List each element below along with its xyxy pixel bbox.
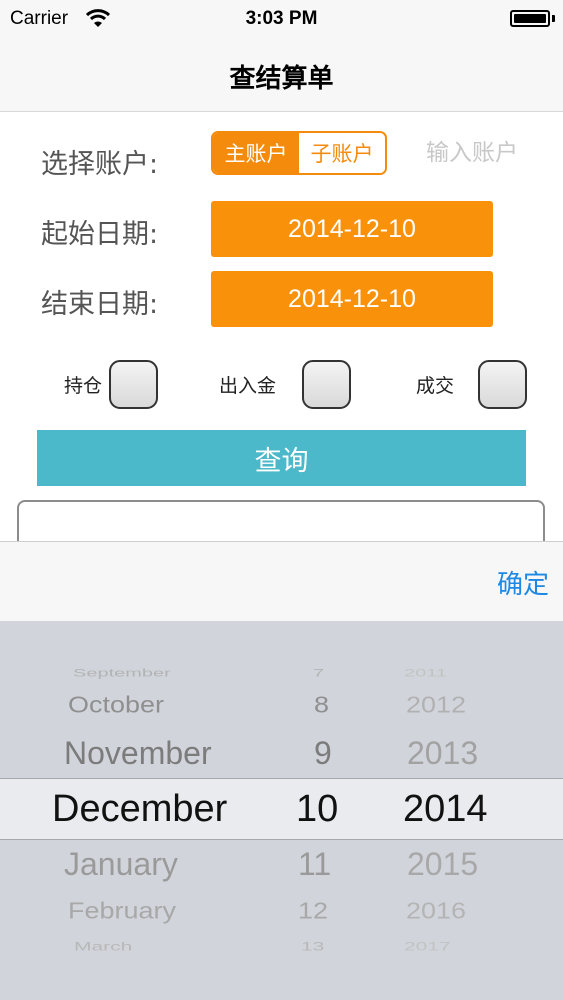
segment-sub-account[interactable]: 子账户 xyxy=(299,133,385,173)
picker-year-option[interactable]: 2015 xyxy=(407,846,478,883)
trade-filter-checkbox[interactable] xyxy=(478,360,527,409)
picker-month-option[interactable]: October xyxy=(68,692,164,718)
battery-icon xyxy=(510,10,550,27)
picker-day-option[interactable]: 9 xyxy=(314,735,332,772)
end-date-label: 结束日期: xyxy=(41,289,159,320)
picker-month-option[interactable]: February xyxy=(68,898,176,924)
account-input[interactable] xyxy=(412,131,542,175)
picker-year-option[interactable]: 2013 xyxy=(407,735,478,772)
confirm-button[interactable]: 确定 xyxy=(497,564,549,601)
battery-nub xyxy=(552,15,555,22)
picker-year-option[interactable]: 2017 xyxy=(404,940,451,953)
cash-flow-filter-label: 出入金 xyxy=(219,375,277,397)
navigation-bar: 查结算单 xyxy=(0,40,563,112)
account-type-segmented-control: 主账户 子账户 xyxy=(211,131,387,175)
status-time: 3:03 PM xyxy=(245,8,318,29)
position-filter-label: 持仓 xyxy=(64,375,103,397)
page-title: 查结算单 xyxy=(229,64,334,94)
end-date-button[interactable]: 2014-12-10 xyxy=(211,271,493,327)
picker-month-option[interactable]: March xyxy=(74,940,132,953)
picker-month-selected[interactable]: December xyxy=(52,788,227,831)
picker-year-option[interactable]: 2011 xyxy=(404,667,447,680)
account-label: 选择账户: xyxy=(41,149,159,180)
picker-day-option[interactable]: 12 xyxy=(298,898,328,924)
picker-month-option[interactable]: January xyxy=(64,846,178,883)
picker-day-selected[interactable]: 10 xyxy=(296,788,338,831)
picker-toolbar: 确定 xyxy=(0,541,563,621)
segment-main-account[interactable]: 主账户 xyxy=(213,133,299,173)
status-bar: Carrier 3:03 PM xyxy=(0,0,563,40)
start-date-button[interactable]: 2014-12-10 xyxy=(211,201,493,257)
position-filter-checkbox[interactable] xyxy=(109,360,158,409)
picker-day-option[interactable]: 7 xyxy=(313,667,324,680)
picker-month-option[interactable]: November xyxy=(64,735,212,772)
picker-year-option[interactable]: 2016 xyxy=(406,898,466,924)
picker-year-selected[interactable]: 2014 xyxy=(403,788,488,831)
query-button[interactable]: 查询 xyxy=(37,430,526,486)
picker-day-option[interactable]: 13 xyxy=(301,940,324,953)
trade-filter-label: 成交 xyxy=(416,375,455,397)
picker-year-option[interactable]: 2012 xyxy=(406,692,466,718)
start-date-label: 起始日期: xyxy=(41,219,159,250)
picker-day-option[interactable]: 8 xyxy=(314,692,329,718)
picker-month-option[interactable]: September xyxy=(73,667,171,680)
picker-day-option[interactable]: 11 xyxy=(298,846,331,883)
cash-flow-filter-checkbox[interactable] xyxy=(302,360,351,409)
